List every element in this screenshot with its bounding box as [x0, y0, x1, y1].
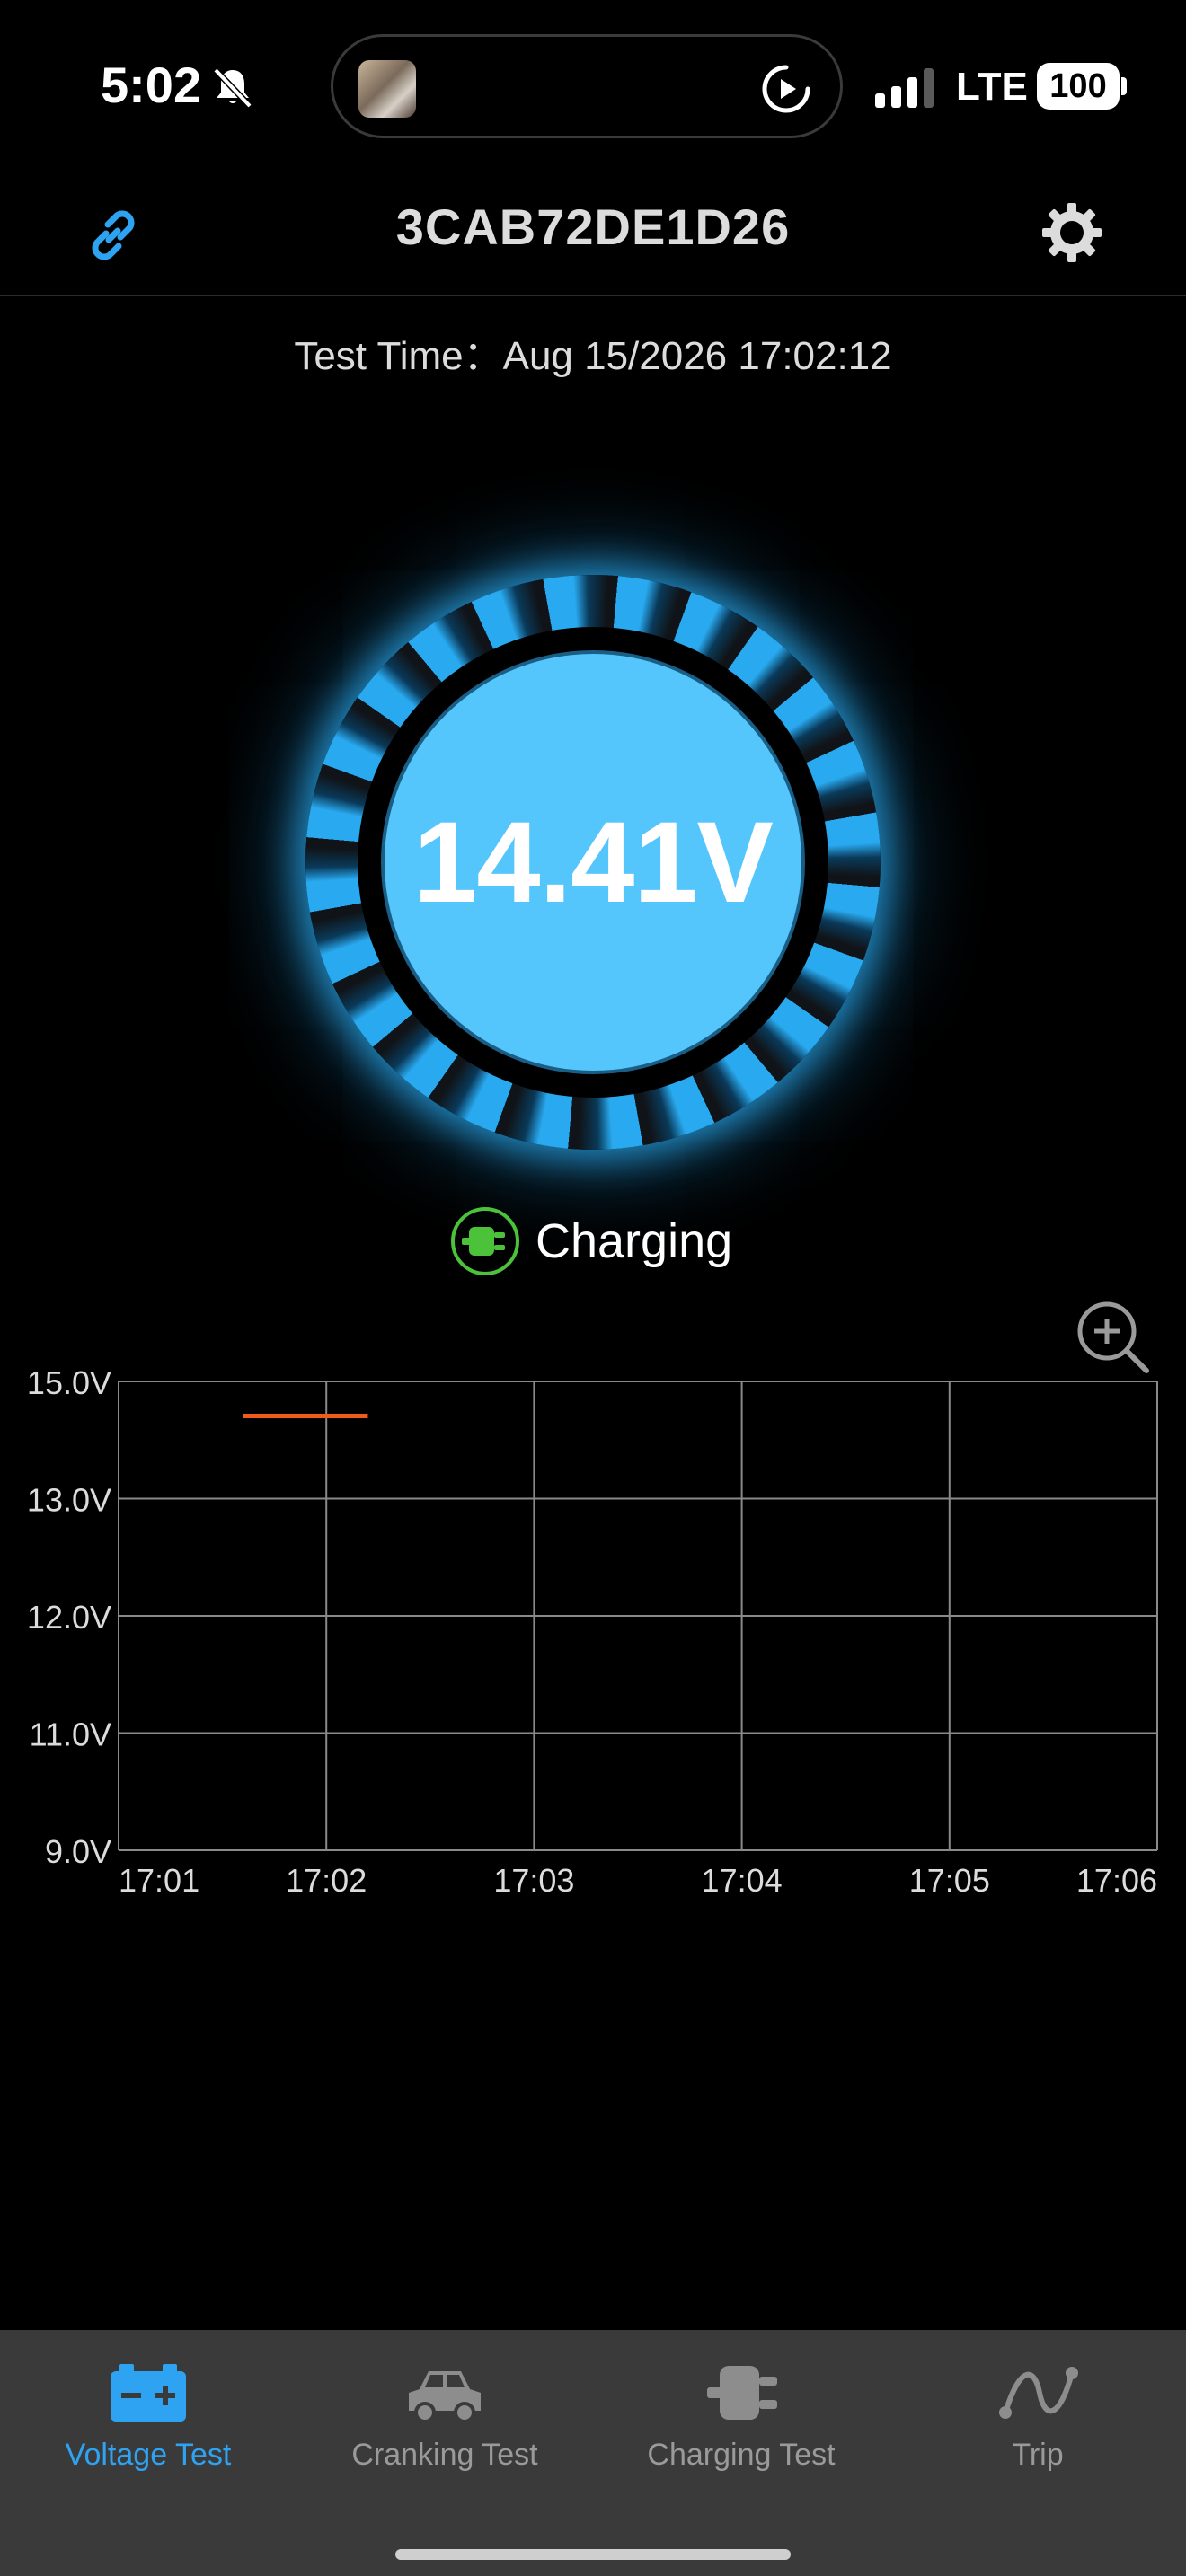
tab-label: Charging Test	[647, 2438, 836, 2472]
car-icon	[409, 2371, 481, 2423]
y-tick-label: 11.0V	[30, 1716, 111, 1753]
x-tick-label: 17:05	[909, 1862, 990, 1899]
charging-status: Charging	[449, 1204, 732, 1279]
tab-label: Trip	[1012, 2438, 1064, 2472]
status-bar: 5:02 LTE 100	[0, 0, 1186, 171]
x-tick-label: 17:06	[1076, 1862, 1157, 1899]
app-screen: 5:02 LTE 100 3CAB72DE1D26 Test Time：Aug …	[0, 0, 1186, 2576]
tab-charging-test[interactable]: Charging Test	[593, 2330, 890, 2510]
y-tick-label: 12.0V	[27, 1599, 111, 1636]
tab-voltage-test[interactable]: Voltage Test	[0, 2330, 296, 2510]
tab-label: Cranking Test	[351, 2438, 538, 2472]
plug-icon	[707, 2366, 777, 2420]
voltage-chart-svg: 15.0V 13.0V 12.0V 11.0V 9.0V17:01 17:02 17:03 1…	[27, 1364, 1158, 1899]
tab-label: Voltage Test	[65, 2438, 232, 2472]
gauge-core: 14.41V	[381, 650, 805, 1074]
tab-trip[interactable]: Trip	[890, 2330, 1186, 2510]
tab-bar: Voltage Test Cranking Test Charging Test	[0, 2330, 1186, 2576]
x-tick-label: 17:02	[286, 1862, 367, 1899]
plug-icon	[451, 1207, 519, 1275]
play-icon[interactable]	[759, 62, 813, 116]
y-tick-label: 13.0V	[27, 1482, 111, 1519]
signal-icon	[875, 68, 934, 108]
network-type: LTE	[956, 65, 1028, 109]
route-icon	[999, 2367, 1078, 2419]
battery-icon	[111, 2364, 186, 2422]
tab-cranking-test[interactable]: Cranking Test	[296, 2330, 593, 2510]
battery-tip	[1121, 77, 1127, 95]
now-playing-artwork	[358, 60, 416, 118]
gear-icon[interactable]	[1039, 199, 1105, 266]
bell-muted-icon	[213, 67, 252, 109]
x-tick-label: 17:01	[119, 1862, 199, 1899]
dynamic-island[interactable]	[331, 34, 843, 138]
x-tick-label: 17:03	[493, 1862, 574, 1899]
voltage-value: 14.41V	[413, 798, 774, 927]
voltage-gauge: 14.41V	[305, 575, 881, 1150]
y-tick-label: 15.0V	[27, 1364, 111, 1401]
voltage-chart: 15.0V 13.0V 12.0V 11.0V 9.0V 17:01 17:02 17:03 1…	[0, 1347, 1186, 1922]
test-time: Test Time：Aug 15/2026 17:02:12	[294, 334, 892, 378]
y-tick-label: 9.0V	[45, 1833, 111, 1870]
nav-header: 3CAB72DE1D26	[0, 171, 1186, 296]
charging-label: Charging	[535, 1214, 733, 1268]
home-indicator	[395, 2549, 791, 2560]
status-time: 5:02	[101, 57, 202, 113]
x-tick-label: 17:04	[702, 1862, 783, 1899]
device-title: 3CAB72DE1D26	[395, 198, 791, 255]
battery-indicator: 100	[1037, 63, 1120, 110]
